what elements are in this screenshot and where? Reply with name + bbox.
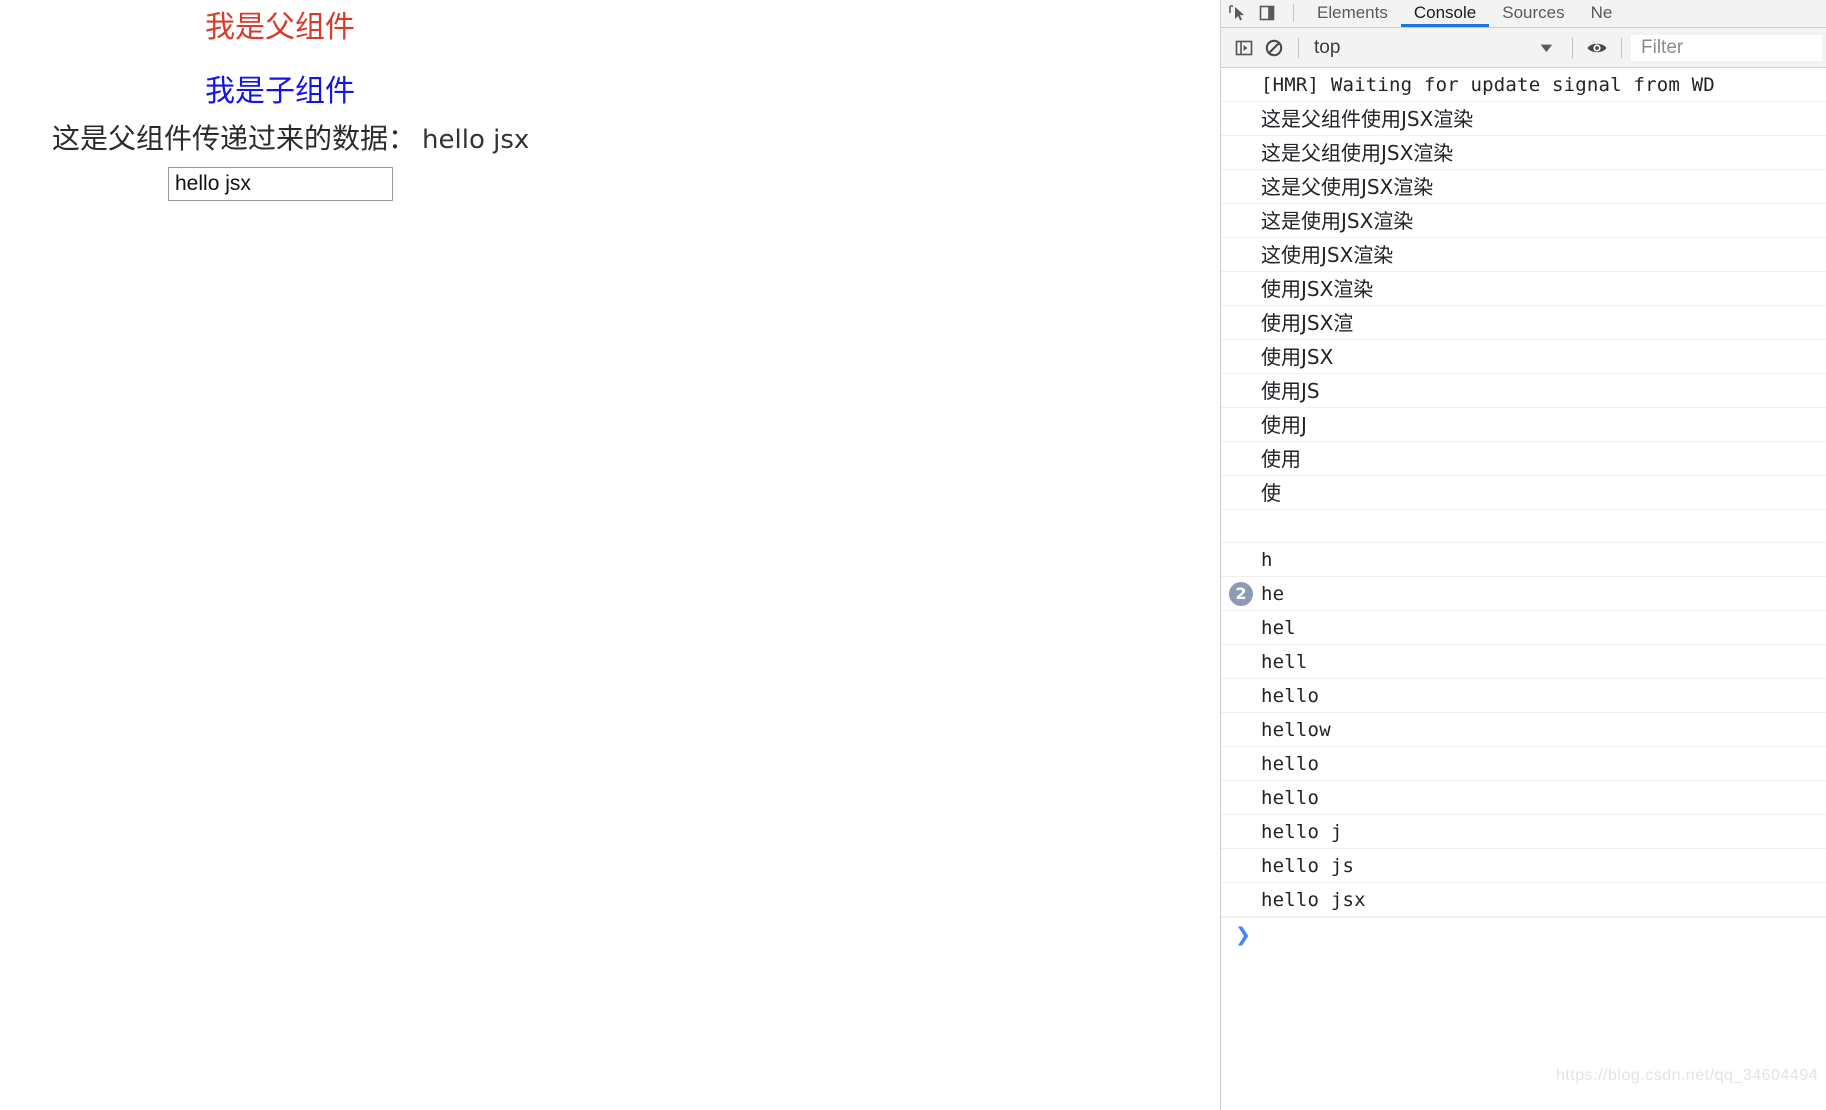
console-log-row[interactable]: hello j — [1221, 815, 1826, 849]
console-log-text: 使用J — [1261, 412, 1307, 437]
console-log-row[interactable]: 使用 — [1221, 442, 1826, 476]
console-log-text: 使用JSX — [1261, 344, 1334, 369]
console-toolbar: top ▼ Filter — [1221, 28, 1826, 68]
console-log-text: hellow — [1261, 718, 1331, 741]
console-log-row[interactable]: 2 he — [1221, 577, 1826, 611]
console-log-text: hel — [1261, 616, 1296, 639]
console-log-text: 这是父组件使用JSX渲染 — [1261, 106, 1474, 131]
console-log-row[interactable]: 使用JS — [1221, 374, 1826, 408]
child-data-value: hello jsx — [422, 125, 530, 155]
parent-component-title: 我是父组件 — [205, 11, 355, 44]
devtools-tabbar: Elements Console Sources Ne — [1221, 0, 1826, 28]
watermark: https://blog.csdn.net/qq_34604494 — [1555, 1067, 1818, 1084]
console-log-row[interactable]: hello jsx — [1221, 883, 1826, 917]
console-log-row[interactable]: 这是父组件使用JSX渲染 — [1221, 102, 1826, 136]
devtools-panel: Elements Console Sources Ne top ▼ Filter… — [1220, 0, 1826, 1110]
child-data-label: 这是父组件传递过来的数据： — [52, 123, 417, 154]
console-log-text: hello j — [1261, 820, 1343, 843]
clear-console-icon[interactable] — [1259, 33, 1289, 63]
console-filter-placeholder: Filter — [1641, 36, 1684, 58]
devtools-tab-icons — [1221, 0, 1304, 27]
console-log-row[interactable]: 使用JSX渲 — [1221, 306, 1826, 340]
console-log-row[interactable]: hellow — [1221, 713, 1826, 747]
console-log-row[interactable]: 使用JSX — [1221, 340, 1826, 374]
app-root: 我是父组件 我是子组件 这是父组件传递过来的数据： hello jsx hell… — [0, 0, 1826, 1110]
console-log-text: 使用JSX渲染 — [1261, 276, 1374, 301]
console-log-text: h — [1261, 548, 1273, 571]
tab-console[interactable]: Console — [1400, 0, 1490, 27]
console-log-text: 使 — [1261, 480, 1281, 505]
toolbar-divider-2 — [1572, 37, 1573, 58]
console-log-text: he — [1261, 582, 1285, 605]
console-log-text: 使用JS — [1261, 378, 1320, 403]
console-log-text: hello jsx — [1261, 888, 1366, 911]
console-log-text: 这是使用JSX渲染 — [1261, 208, 1414, 233]
log-repeat-badge: 2 — [1229, 581, 1253, 606]
child-input-wrapper — [0, 167, 560, 201]
child-component-block: 我是子组件 这是父组件传递过来的数据： hello jsx — [0, 72, 560, 201]
console-log-text: hello — [1261, 684, 1320, 707]
console-log-text: hello js — [1261, 854, 1355, 877]
console-log-row[interactable]: hello — [1221, 679, 1826, 713]
tab-network[interactable]: Ne — [1578, 0, 1626, 27]
rendered-page: 我是父组件 我是子组件 这是父组件传递过来的数据： hello jsx — [0, 0, 1220, 1110]
child-text-input[interactable] — [168, 167, 393, 201]
console-log-text: 这使用JSX渲染 — [1261, 242, 1394, 267]
toolbar-divider-3 — [1621, 37, 1622, 58]
console-message-list[interactable]: [HMR] Waiting for update signal from WD 这… — [1221, 68, 1826, 1109]
console-log-text: 使用JSX渲 — [1261, 310, 1354, 335]
console-prompt-row[interactable]: ❯ — [1221, 917, 1826, 951]
console-log-row[interactable]: 使用J — [1221, 408, 1826, 442]
console-sidebar-toggle-icon[interactable] — [1229, 33, 1259, 63]
console-filter-input[interactable]: Filter — [1631, 34, 1822, 61]
tab-elements[interactable]: Elements — [1304, 0, 1401, 27]
child-component-title: 我是子组件 — [205, 75, 355, 108]
prompt-chevron-icon: ❯ — [1235, 923, 1251, 946]
toggle-device-toolbar-icon[interactable] — [1257, 3, 1277, 23]
console-log-row[interactable] — [1221, 510, 1826, 543]
console-log-row[interactable]: 这是父组使用JSX渲染 — [1221, 136, 1826, 170]
console-log-row[interactable]: hel — [1221, 611, 1826, 645]
console-log-text: hello — [1261, 786, 1320, 809]
console-log-row[interactable]: 使用JSX渲染 — [1221, 272, 1826, 306]
console-log-row[interactable]: hello — [1221, 747, 1826, 781]
console-log-row[interactable]: h — [1221, 543, 1826, 577]
devtools-tabs: Elements Console Sources Ne — [1304, 0, 1625, 27]
console-log-row[interactable]: [HMR] Waiting for update signal from WD — [1221, 68, 1826, 102]
console-log-text: 使用 — [1261, 446, 1301, 471]
console-log-text: 这是父组使用JSX渲染 — [1261, 140, 1454, 165]
tab-sources[interactable]: Sources — [1489, 0, 1577, 27]
toolbar-divider-1 — [1298, 37, 1299, 58]
console-log-text: 这是父使用JSX渲染 — [1261, 174, 1434, 199]
tabbar-divider — [1293, 4, 1294, 22]
console-log-row[interactable]: 这是使用JSX渲染 — [1221, 204, 1826, 238]
console-log-text: hello — [1261, 752, 1320, 775]
console-context-value: top — [1314, 36, 1341, 58]
console-log-row[interactable]: hello js — [1221, 849, 1826, 883]
console-context-selector[interactable]: top ▼ — [1308, 33, 1563, 63]
child-data-line: 这是父组件传递过来的数据： hello jsx — [0, 120, 560, 159]
live-expression-eye-icon[interactable] — [1582, 33, 1612, 63]
console-log-row[interactable]: 这使用JSX渲染 — [1221, 238, 1826, 272]
console-log-row[interactable]: 这是父使用JSX渲染 — [1221, 170, 1826, 204]
chevron-down-icon: ▼ — [1536, 40, 1557, 55]
console-log-row[interactable]: 使 — [1221, 476, 1826, 510]
console-log-row[interactable]: hell — [1221, 645, 1826, 679]
console-log-text: hell — [1261, 650, 1308, 673]
console-log-row[interactable]: hello — [1221, 781, 1826, 815]
console-log-text: [HMR] Waiting for update signal from WD — [1261, 73, 1715, 96]
inspect-element-icon[interactable] — [1227, 3, 1247, 23]
